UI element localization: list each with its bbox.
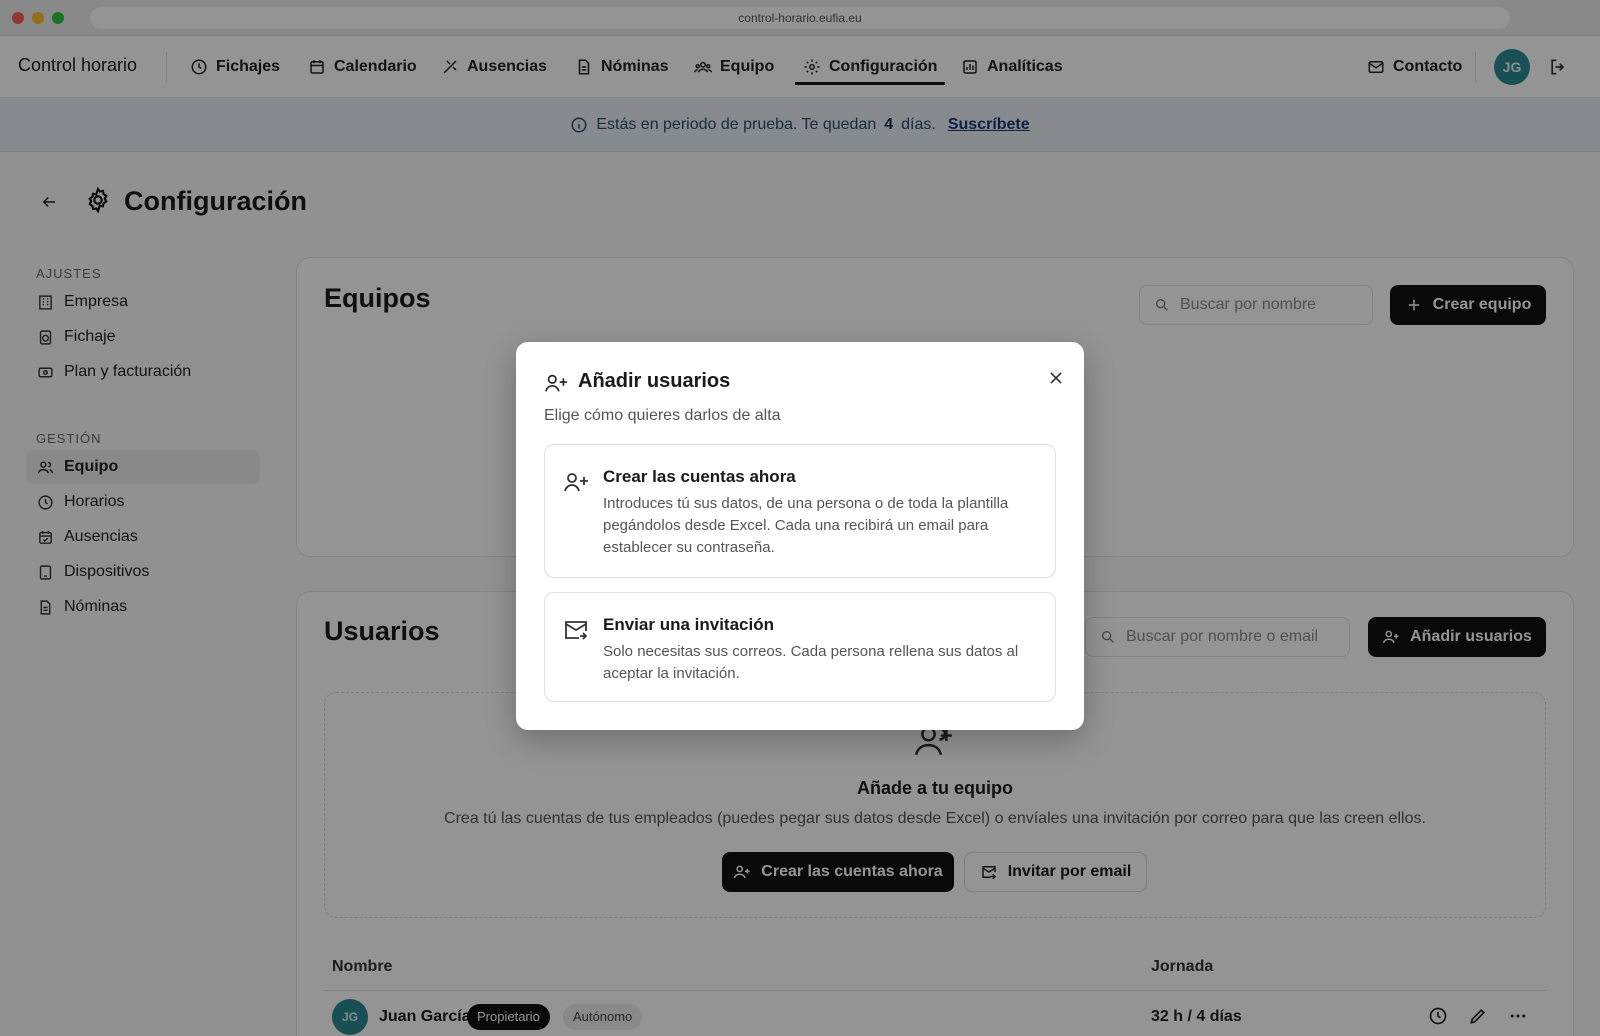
user-plus-icon	[545, 374, 568, 392]
option-title: Crear las cuentas ahora	[603, 467, 796, 486]
option-description: Solo necesitas sus correos. Cada persona…	[603, 643, 1019, 682]
dialog-subtitle: Elige cómo quieres darlos de alta	[544, 407, 781, 424]
option-send-invitation[interactable]: Enviar una invitación Solo necesitas sus…	[544, 592, 1056, 702]
option-title: Enviar una invitación	[603, 615, 774, 634]
dialog-title: Añadir usuarios	[578, 370, 731, 392]
option-description: Introduces tú sus datos, de una persona …	[603, 495, 1009, 556]
option-create-accounts[interactable]: Crear las cuentas ahora Introduces tú su…	[544, 444, 1056, 578]
mail-send-icon	[565, 621, 588, 640]
user-plus-icon	[564, 473, 588, 492]
add-users-dialog: Añadir usuarios Elige cómo quieres darlo…	[516, 342, 1084, 730]
close-icon[interactable]	[1048, 370, 1064, 386]
